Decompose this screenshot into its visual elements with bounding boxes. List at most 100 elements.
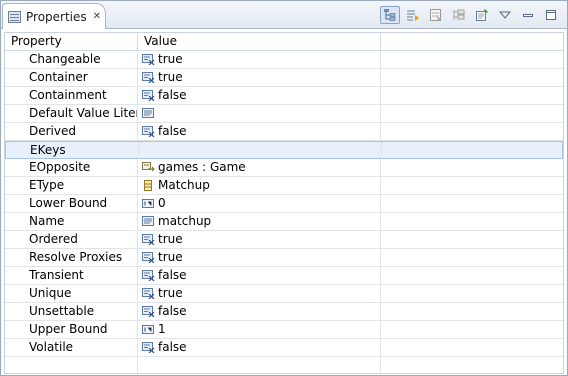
property-name-cell: EType: [5, 177, 138, 194]
property-value-text: false: [158, 268, 187, 282]
filler-cell: [381, 69, 563, 86]
boolean-value-icon: [142, 54, 155, 65]
property-value-cell[interactable]: false: [138, 267, 381, 284]
view-header: Properties ✕: [1, 1, 567, 29]
table-body: Changeable true Container true Containment fa…: [5, 51, 563, 373]
view-menu-button[interactable]: [495, 6, 515, 24]
table-row[interactable]: EType Matchup: [5, 177, 563, 195]
property-value-cell[interactable]: true: [138, 285, 381, 302]
filler-cell: [381, 105, 563, 122]
table-row[interactable]: Container true: [5, 69, 563, 87]
filler-cell: [381, 267, 563, 284]
text-value-icon: [142, 216, 155, 227]
filler-cell: [381, 195, 563, 212]
property-value-text: false: [158, 124, 187, 138]
property-value-text: 0: [158, 196, 166, 210]
table-row[interactable]: Transient false: [5, 267, 563, 285]
table-row[interactable]: Derived false: [5, 123, 563, 141]
filler-cell: [381, 303, 563, 320]
table-row[interactable]: Unique true: [5, 285, 563, 303]
table-row[interactable]: Resolve Proxies true: [5, 249, 563, 267]
column-header-value[interactable]: Value: [138, 33, 381, 51]
properties-table: Property Value Changeable true Container tr…: [4, 32, 564, 374]
table-row[interactable]: Changeable true: [5, 51, 563, 69]
property-name-cell: Default Value Literal: [5, 105, 138, 122]
property-name-cell: Lower Bound: [5, 195, 138, 212]
property-value-cell[interactable]: Matchup: [138, 177, 381, 194]
property-value-cell[interactable]: [138, 105, 381, 122]
property-value-cell[interactable]: 0: [138, 195, 381, 212]
filler-cell: [381, 339, 563, 356]
boolean-value-icon: [142, 252, 155, 263]
property-value-cell[interactable]: false: [138, 303, 381, 320]
restore-default-value-button[interactable]: [426, 6, 446, 24]
property-name-cell: Volatile: [5, 339, 138, 356]
maximize-button[interactable]: [541, 6, 561, 24]
property-value-text: true: [158, 286, 183, 300]
show-categories-button[interactable]: [380, 6, 400, 24]
show-advanced-properties-button[interactable]: [403, 6, 423, 24]
view-menu-icon: [499, 11, 511, 19]
close-icon[interactable]: ✕: [93, 11, 101, 22]
table-row[interactable]: Upper Bound 1: [5, 321, 563, 339]
table-row[interactable]: Lower Bound 0: [5, 195, 563, 213]
text-value-icon: [142, 108, 155, 119]
property-value-text: true: [158, 70, 183, 84]
column-header-property[interactable]: Property: [5, 33, 138, 51]
property-value-cell[interactable]: 1: [138, 321, 381, 338]
table-row[interactable]: EKeys: [5, 141, 563, 159]
table-row[interactable]: Unsettable false: [5, 303, 563, 321]
empty-row: [5, 357, 563, 373]
filter-properties-icon: [453, 9, 465, 20]
property-name-cell: EOpposite: [5, 159, 138, 176]
property-value-text: games : Game: [158, 160, 246, 174]
property-value-cell[interactable]: true: [138, 51, 381, 68]
maximize-icon: [546, 10, 556, 20]
properties-tab[interactable]: Properties ✕: [2, 3, 106, 29]
minimize-button[interactable]: [518, 6, 538, 24]
property-value-text: matchup: [158, 214, 212, 228]
empty-cell: [5, 357, 138, 373]
show-categories-icon: [384, 9, 396, 21]
property-value-cell[interactable]: games : Game: [138, 159, 381, 176]
filler-cell: [381, 123, 563, 140]
table-row[interactable]: Ordered true: [5, 231, 563, 249]
property-value-cell[interactable]: matchup: [138, 213, 381, 230]
class-value-icon: [142, 180, 155, 191]
property-value-text: false: [158, 340, 187, 354]
property-name-cell: Ordered: [5, 231, 138, 248]
property-value-cell[interactable]: true: [138, 69, 381, 86]
property-name-cell: Resolve Proxies: [5, 249, 138, 266]
property-name-cell: Name: [5, 213, 138, 230]
filler-cell: [381, 213, 563, 230]
integer-value-icon: [142, 324, 155, 335]
integer-value-icon: [142, 198, 155, 209]
filter-properties-button[interactable]: [449, 6, 469, 24]
property-name-cell: Containment: [5, 87, 138, 104]
pin-to-selection-button[interactable]: [472, 6, 492, 24]
boolean-value-icon: [142, 288, 155, 299]
pin-to-selection-icon: [476, 9, 488, 21]
table-row[interactable]: Name matchup: [5, 213, 563, 231]
boolean-value-icon: [142, 126, 155, 137]
property-value-cell[interactable]: true: [138, 231, 381, 248]
property-value-cell[interactable]: [139, 142, 382, 159]
property-value-text: true: [158, 52, 183, 66]
property-name-cell: Unique: [5, 285, 138, 302]
property-value-text: true: [158, 250, 183, 264]
table-row[interactable]: Containment false: [5, 87, 563, 105]
table-row[interactable]: Default Value Literal: [5, 105, 563, 123]
boolean-value-icon: [142, 342, 155, 353]
table-row[interactable]: Volatile false: [5, 339, 563, 357]
property-name-cell: Container: [5, 69, 138, 86]
table-header: Property Value: [5, 33, 563, 51]
table-row[interactable]: EOpposite games : Game: [5, 159, 563, 177]
show-advanced-properties-icon: [407, 10, 419, 21]
property-value-cell[interactable]: false: [138, 339, 381, 356]
property-value-text: 1: [158, 322, 166, 336]
property-value-cell[interactable]: true: [138, 249, 381, 266]
property-value-cell[interactable]: false: [138, 87, 381, 104]
property-name-cell: Transient: [5, 267, 138, 284]
filler-cell: [381, 177, 563, 194]
property-value-cell[interactable]: false: [138, 123, 381, 140]
